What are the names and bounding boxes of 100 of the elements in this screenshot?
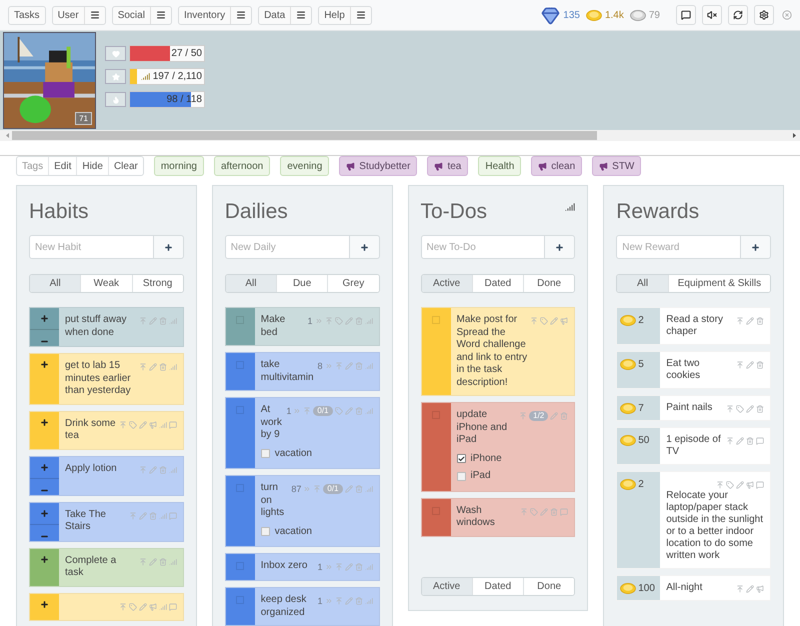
new-task-field[interactable]: New To-Do xyxy=(420,235,546,259)
push-to-top-icon[interactable] xyxy=(520,508,528,516)
add-button[interactable] xyxy=(741,235,771,259)
checklist-checkbox[interactable] xyxy=(456,454,466,464)
push-to-top-icon[interactable] xyxy=(128,512,137,520)
edit-icon[interactable] xyxy=(138,420,147,428)
push-to-top-icon[interactable] xyxy=(726,437,734,445)
stats-icon[interactable] xyxy=(364,407,372,415)
task-checkbox[interactable] xyxy=(236,361,244,369)
push-to-top-icon[interactable] xyxy=(324,317,332,325)
tag-filter[interactable]: clean xyxy=(531,156,582,176)
filter-tab[interactable]: Strong xyxy=(132,275,183,292)
push-to-top-icon[interactable] xyxy=(138,317,147,325)
edit-icon[interactable] xyxy=(550,412,558,420)
filter-tab[interactable]: Done xyxy=(523,275,574,292)
delete-icon[interactable] xyxy=(756,405,764,413)
tag-filter[interactable]: morning xyxy=(154,156,204,176)
delete-icon[interactable] xyxy=(354,597,362,605)
delete-icon[interactable] xyxy=(756,317,764,325)
tag-tool-button[interactable]: Hide xyxy=(76,157,108,175)
checklist-checkbox[interactable] xyxy=(260,449,270,458)
stats-icon[interactable] xyxy=(168,363,177,371)
tag-filter[interactable]: evening xyxy=(280,156,330,176)
edit-icon[interactable] xyxy=(148,466,157,474)
tag-filter[interactable]: Studybetter xyxy=(339,156,418,176)
edit-icon[interactable] xyxy=(344,407,352,415)
new-task-field[interactable]: New Daily xyxy=(224,235,350,259)
edit-icon[interactable] xyxy=(344,597,352,605)
nav-menu-button[interactable]: Social xyxy=(112,6,172,24)
add-button[interactable] xyxy=(350,235,380,259)
task-checkbox[interactable] xyxy=(236,562,244,570)
delete-icon[interactable] xyxy=(158,317,167,325)
push-to-top-icon[interactable] xyxy=(334,362,342,370)
edit-icon[interactable] xyxy=(344,317,352,325)
edit-icon[interactable] xyxy=(344,485,352,493)
close-icon[interactable] xyxy=(782,10,792,20)
stats-icon[interactable] xyxy=(364,317,372,325)
delete-icon[interactable] xyxy=(354,407,362,415)
edit-icon[interactable] xyxy=(746,405,754,413)
filter-tab[interactable]: Active xyxy=(422,578,472,594)
delete-icon[interactable] xyxy=(158,466,167,474)
mute-button[interactable] xyxy=(702,5,722,25)
add-button[interactable] xyxy=(154,235,184,259)
edit-icon[interactable] xyxy=(550,317,558,325)
delete-icon[interactable] xyxy=(158,363,167,371)
push-to-top-icon[interactable] xyxy=(736,361,744,369)
chat-button[interactable] xyxy=(676,5,696,25)
stats-icon[interactable] xyxy=(158,602,167,610)
push-to-top-icon[interactable] xyxy=(303,407,312,415)
delete-icon[interactable] xyxy=(148,512,157,520)
delete-icon[interactable] xyxy=(756,361,764,369)
task-checkbox[interactable] xyxy=(236,406,244,414)
nav-menu-button[interactable]: User xyxy=(52,6,106,24)
edit-icon[interactable] xyxy=(344,362,352,370)
edit-icon[interactable] xyxy=(344,563,352,571)
edit-icon[interactable] xyxy=(540,508,548,516)
push-to-top-icon[interactable] xyxy=(118,602,127,610)
push-to-top-icon[interactable] xyxy=(334,563,342,571)
stats-icon[interactable] xyxy=(364,485,372,493)
tag-filter[interactable]: STW xyxy=(592,156,642,176)
push-to-top-icon[interactable] xyxy=(726,405,734,413)
sort-icon[interactable] xyxy=(565,202,576,212)
tag-filter[interactable]: Health xyxy=(478,156,522,176)
task-checkbox[interactable] xyxy=(236,484,244,492)
edit-icon[interactable] xyxy=(148,363,157,371)
stats-icon[interactable] xyxy=(168,558,177,566)
delete-icon[interactable] xyxy=(354,317,362,325)
delete-icon[interactable] xyxy=(550,508,558,516)
filter-tab[interactable]: All xyxy=(30,275,80,292)
edit-icon[interactable] xyxy=(148,317,157,325)
task-checkbox[interactable] xyxy=(236,596,244,604)
filter-tab[interactable]: All xyxy=(617,275,668,292)
delete-icon[interactable] xyxy=(354,362,362,370)
filter-tab[interactable]: All xyxy=(226,275,276,292)
edit-icon[interactable] xyxy=(746,361,754,369)
edit-icon[interactable] xyxy=(746,585,754,593)
push-to-top-icon[interactable] xyxy=(334,597,342,605)
edit-icon[interactable] xyxy=(138,602,147,610)
push-to-top-icon[interactable] xyxy=(138,558,147,566)
new-task-field[interactable]: New Reward xyxy=(616,235,741,259)
nav-menu-button[interactable]: Help xyxy=(318,6,372,24)
edit-icon[interactable] xyxy=(148,558,157,566)
filter-tab[interactable]: Active xyxy=(422,275,472,292)
filter-tab[interactable]: Grey xyxy=(327,275,378,292)
tag-filter[interactable]: tea xyxy=(427,156,468,176)
filter-tab[interactable]: Done xyxy=(523,578,574,594)
push-to-top-icon[interactable] xyxy=(736,585,744,593)
stats-icon[interactable] xyxy=(168,317,177,325)
task-checkbox[interactable] xyxy=(432,316,440,324)
new-task-field[interactable]: New Habit xyxy=(29,235,154,259)
push-to-top-icon[interactable] xyxy=(313,485,322,493)
push-to-top-icon[interactable] xyxy=(519,412,528,420)
checklist-checkbox[interactable] xyxy=(260,527,270,536)
stats-icon[interactable] xyxy=(364,362,372,370)
checklist-checkbox[interactable] xyxy=(456,472,466,481)
edit-icon[interactable] xyxy=(746,317,754,325)
stats-icon[interactable] xyxy=(158,512,167,520)
edit-icon[interactable] xyxy=(736,437,744,445)
push-to-top-icon[interactable] xyxy=(138,466,147,474)
nav-menu-button[interactable]: Data xyxy=(258,6,312,24)
